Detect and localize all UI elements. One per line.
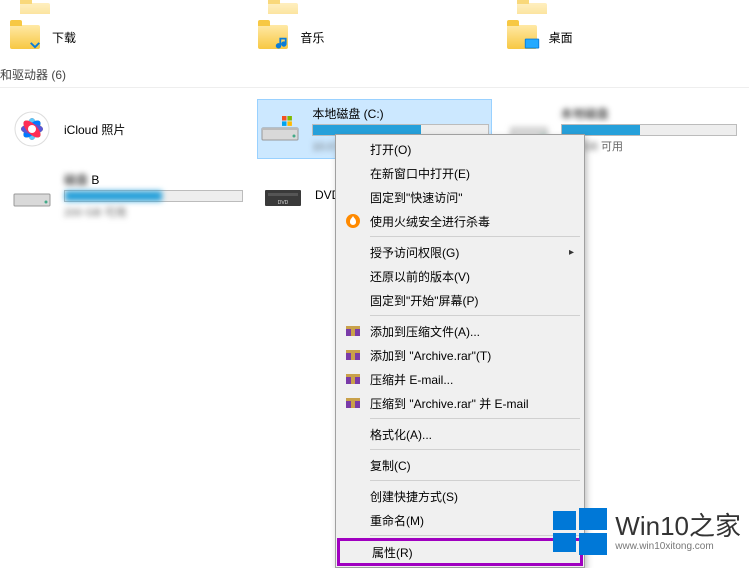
ctx-separator bbox=[370, 480, 580, 481]
huorong-icon bbox=[344, 212, 362, 230]
hard-drive-icon bbox=[12, 180, 52, 210]
ctx-compress-rar-email[interactable]: 压缩到 "Archive.rar" 并 E-mail bbox=[338, 391, 582, 415]
ctx-copy[interactable]: 复制(C) bbox=[338, 453, 582, 477]
drive-item-blurred-2[interactable]: 磁盘 B 200 GB 可用 bbox=[10, 166, 245, 224]
folder-icon bbox=[258, 25, 288, 49]
drive-usage-bar bbox=[64, 190, 243, 202]
downloads-folder[interactable]: 下载 bbox=[10, 14, 242, 60]
ctx-properties[interactable]: 属性(R) bbox=[337, 538, 583, 566]
folder-icon bbox=[10, 25, 40, 49]
context-menu: 打开(O) 在新窗口中打开(E) 固定到"快速访问" 使用火绒安全进行杀毒 授予… bbox=[335, 134, 585, 568]
ctx-compress-email[interactable]: 压缩并 E-mail... bbox=[338, 367, 582, 391]
ctx-separator bbox=[370, 236, 580, 237]
ctx-rename[interactable]: 重命名(M) bbox=[338, 508, 582, 532]
ctx-pin-quick-access[interactable]: 固定到"快速访问" bbox=[338, 185, 582, 209]
ctx-add-to-archive[interactable]: 添加到压缩文件(A)... bbox=[338, 319, 582, 343]
download-arrow-icon bbox=[26, 35, 44, 53]
winrar-icon bbox=[344, 370, 362, 388]
windows-drive-icon bbox=[260, 114, 300, 144]
dvd-drive-icon: DVD bbox=[263, 180, 303, 210]
desktop-monitor-icon bbox=[523, 35, 541, 53]
watermark-url: www.win10xitong.com bbox=[615, 541, 713, 552]
drive-label: 磁盘 B bbox=[64, 171, 243, 188]
music-label: 音乐 bbox=[300, 29, 324, 46]
winrar-icon bbox=[344, 346, 362, 364]
icloud-photos-label: iCloud 照片 bbox=[64, 121, 125, 138]
svg-text:DVD: DVD bbox=[278, 200, 289, 206]
ctx-restore-previous[interactable]: 还原以前的版本(V) bbox=[338, 264, 582, 288]
ctx-separator bbox=[370, 535, 580, 536]
icloud-photos-icon bbox=[12, 109, 52, 149]
ctx-huorong-scan[interactable]: 使用火绒安全进行杀毒 bbox=[338, 209, 582, 233]
drive-usage-bar bbox=[561, 124, 737, 136]
winrar-icon bbox=[344, 394, 362, 412]
music-folder[interactable]: 音乐 bbox=[258, 14, 490, 60]
icloud-photos-drive[interactable]: iCloud 照片 bbox=[10, 100, 242, 158]
downloads-label: 下载 bbox=[52, 29, 76, 46]
ctx-open-new-window[interactable]: 在新窗口中打开(E) bbox=[338, 161, 582, 185]
ctx-separator bbox=[370, 315, 580, 316]
ctx-add-to-archive-rar[interactable]: 添加到 "Archive.rar"(T) bbox=[338, 343, 582, 367]
drive-free-text: 200 GB 可用 bbox=[64, 204, 243, 220]
windows-logo-icon bbox=[553, 505, 607, 559]
ctx-format[interactable]: 格式化(A)... bbox=[338, 422, 582, 446]
ctx-pin-start[interactable]: 固定到"开始"屏幕(P) bbox=[338, 288, 582, 312]
ctx-separator bbox=[370, 449, 580, 450]
local-disk-c-label: 本地磁盘 (C:) bbox=[312, 105, 488, 122]
desktop-folder[interactable]: 桌面 bbox=[507, 14, 739, 60]
divider bbox=[0, 87, 749, 88]
music-note-icon bbox=[274, 35, 292, 53]
watermark-title: Win10之家 bbox=[615, 512, 741, 541]
desktop-label: 桌面 bbox=[549, 29, 573, 46]
drive-free-suffix: 100 GB 可用 bbox=[561, 138, 737, 154]
drive-label: 本地磁盘 bbox=[561, 105, 737, 122]
folder-icon bbox=[507, 25, 537, 49]
ctx-create-shortcut[interactable]: 创建快捷方式(S) bbox=[338, 484, 582, 508]
drives-section-header: 和驱动器 (6) bbox=[0, 60, 749, 85]
ctx-open[interactable]: 打开(O) bbox=[338, 137, 582, 161]
watermark: Win10之家 www.win10xitong.com bbox=[553, 505, 741, 559]
ctx-separator bbox=[370, 418, 580, 419]
ctx-grant-access[interactable]: 授予访问权限(G) bbox=[338, 240, 582, 264]
winrar-icon bbox=[344, 322, 362, 340]
